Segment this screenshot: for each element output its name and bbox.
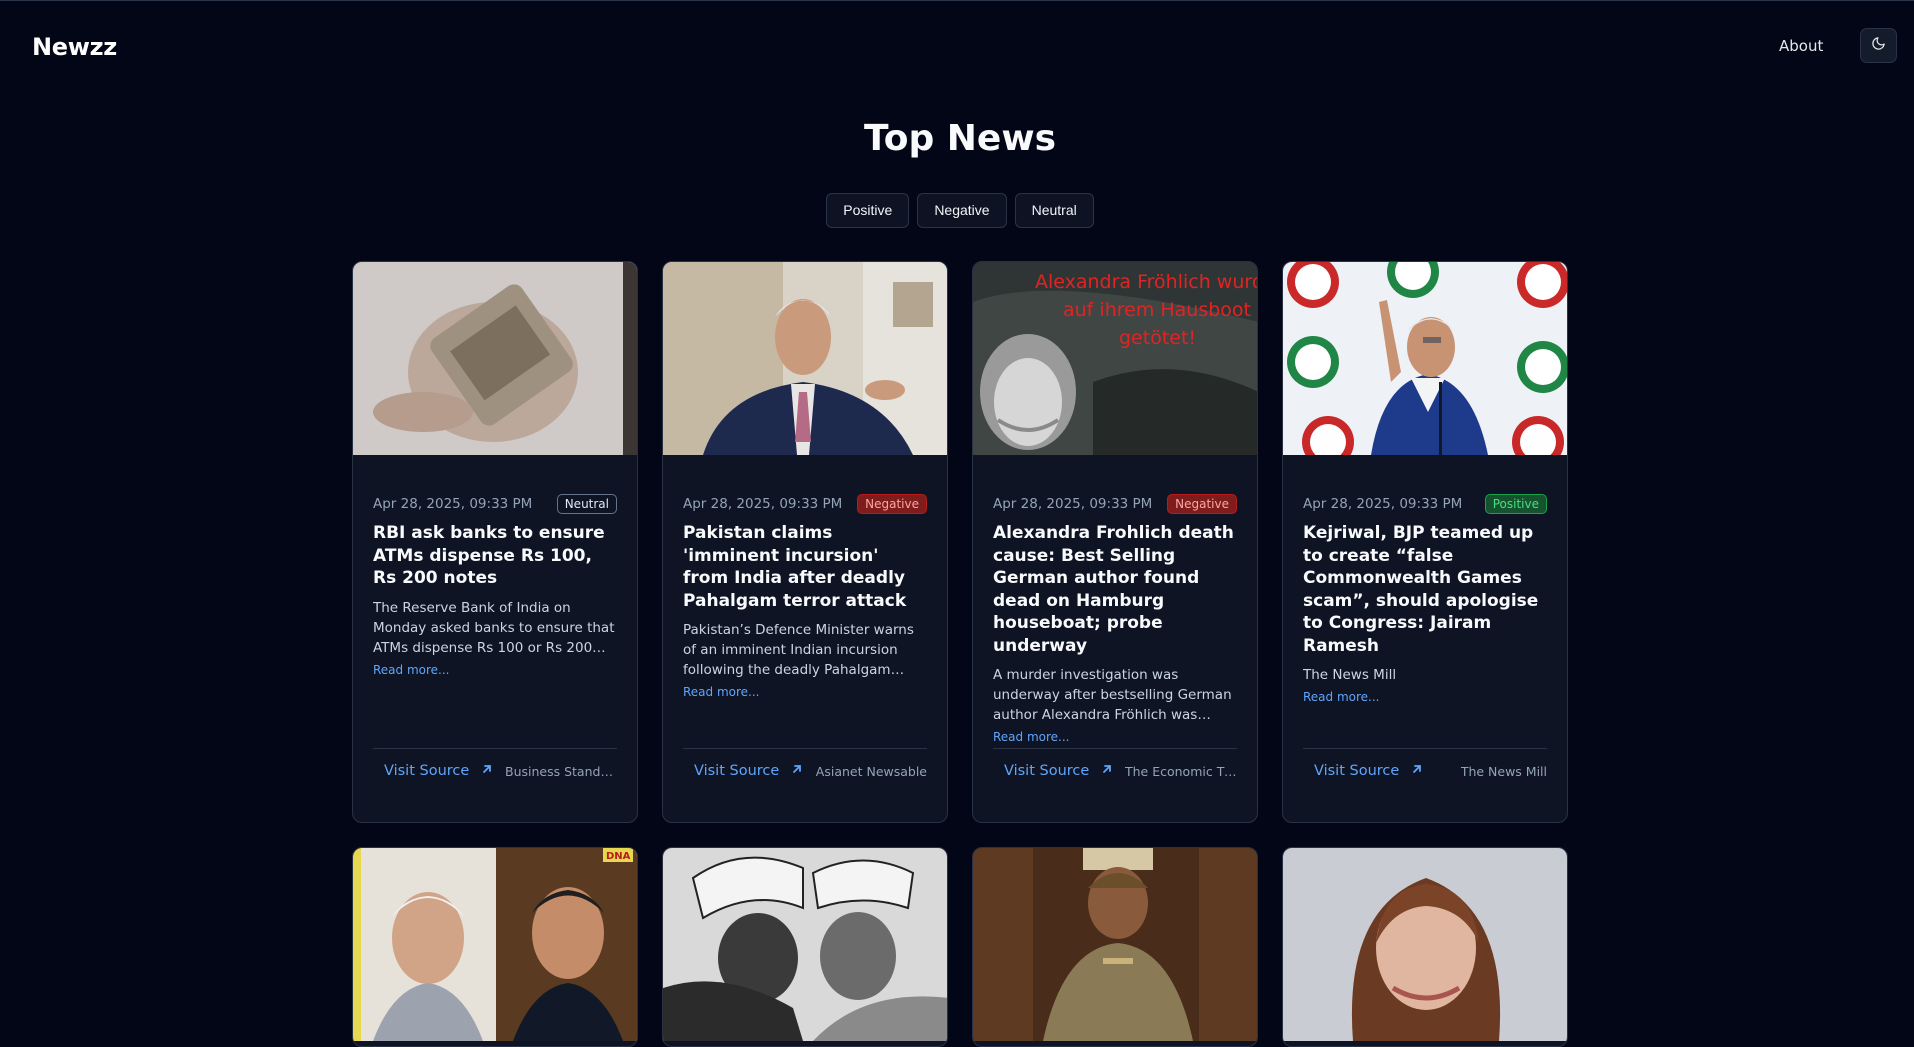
arrow-up-right-icon <box>1411 763 1423 779</box>
arrow-up-right-icon <box>791 763 803 779</box>
news-card: Apr 28, 2025, 09:33 PM Neutral RBI ask b… <box>352 261 638 823</box>
news-card: Apr 28, 2025, 09:33 PM Negative Pakistan… <box>662 261 948 823</box>
sentiment-badge: Negative <box>857 494 927 514</box>
source-name: The Economic Times <box>1125 763 1237 779</box>
news-card: Alexandra Fröhlich wurde auf ihrem Hausb… <box>972 261 1258 823</box>
news-date: Apr 28, 2025, 09:33 PM <box>373 496 533 512</box>
news-card: Apr 28, 2025, 09:33 PM Positive Kejriwal… <box>1282 261 1568 823</box>
news-thumbnail[interactable] <box>973 848 1257 1041</box>
news-date: Apr 28, 2025, 09:33 PM <box>683 496 843 512</box>
visit-source-link[interactable]: Visit Source <box>993 763 1113 779</box>
visit-source-link[interactable]: Visit Source <box>373 763 493 779</box>
news-thumbnail[interactable]: Alexandra Fröhlich wurde auf ihrem Hausb… <box>973 262 1258 455</box>
news-date: Apr 28, 2025, 09:33 PM <box>993 496 1153 512</box>
nav-about-link[interactable]: About <box>1779 37 1823 55</box>
news-card: DNA <box>352 847 638 1047</box>
read-more-link[interactable]: Read more... <box>373 663 617 677</box>
visit-source-label: Visit Source <box>694 763 780 779</box>
visit-source-link[interactable]: Visit Source <box>1303 763 1423 779</box>
visit-source-label: Visit Source <box>384 763 470 779</box>
news-thumbnail[interactable] <box>1283 848 1567 1041</box>
news-thumbnail[interactable] <box>1283 262 1567 455</box>
theme-toggle-button[interactable] <box>1860 28 1897 63</box>
filter-negative-button[interactable]: Negative <box>917 193 1007 228</box>
card-divider <box>993 748 1237 749</box>
arrow-up-right-icon <box>481 763 493 779</box>
brand-logo[interactable]: Newzz <box>32 33 117 61</box>
news-thumbnail[interactable] <box>663 848 947 1041</box>
news-description: The News Mill <box>1303 667 1397 683</box>
moon-icon <box>1871 36 1886 55</box>
news-thumbnail[interactable] <box>663 262 947 455</box>
news-headline[interactable]: RBI ask banks to ensure ATMs dispense Rs… <box>373 522 617 590</box>
image-tag-label: DNA <box>606 851 631 862</box>
news-headline[interactable]: Kejriwal, BJP teamed up to create “false… <box>1303 522 1547 657</box>
card-divider <box>373 748 617 749</box>
visit-source-label: Visit Source <box>1314 763 1400 779</box>
image-overlay-line-1: Alexandra Fröhlich wurde <box>1035 271 1258 293</box>
sentiment-filter-group: Positive Negative Neutral <box>0 193 1914 228</box>
news-description: A murder investigation was underway afte… <box>993 667 1232 723</box>
card-divider <box>1303 748 1547 749</box>
news-card <box>1282 847 1568 1047</box>
news-card <box>972 847 1258 1047</box>
visit-source-link[interactable]: Visit Source <box>683 763 803 779</box>
source-name: Asianet Newsable <box>815 763 927 779</box>
read-more-link[interactable]: Read more... <box>1303 690 1547 704</box>
sentiment-badge: Negative <box>1167 494 1237 514</box>
image-overlay-line-2: auf ihrem Hausboot <box>1063 299 1251 321</box>
news-grid: Apr 28, 2025, 09:33 PM Neutral RBI ask b… <box>352 261 1568 1047</box>
card-divider <box>683 748 927 749</box>
page-title: Top News <box>863 118 1057 159</box>
news-card <box>662 847 948 1047</box>
source-name: The News Mill <box>1460 763 1547 779</box>
news-headline[interactable]: Alexandra Frohlich death cause: Best Sel… <box>993 522 1237 657</box>
news-description: Pakistan’s Defence Minister warns of an … <box>683 622 914 678</box>
image-overlay-line-3: getötet! <box>1119 327 1196 349</box>
navbar: Newzz About <box>0 1 1914 89</box>
news-headline[interactable]: Pakistan claims 'imminent incursion' fro… <box>683 522 927 612</box>
sentiment-badge: Positive <box>1484 494 1547 514</box>
read-more-link[interactable]: Read more... <box>993 730 1237 744</box>
filter-positive-button[interactable]: Positive <box>826 193 910 228</box>
arrow-up-right-icon <box>1101 763 1113 779</box>
filter-neutral-button[interactable]: Neutral <box>1014 193 1094 228</box>
source-name: Business Standard <box>505 763 617 779</box>
news-date: Apr 28, 2025, 09:33 PM <box>1303 496 1463 512</box>
read-more-link[interactable]: Read more... <box>683 685 927 699</box>
sentiment-badge: Neutral <box>556 494 617 514</box>
news-thumbnail[interactable]: DNA <box>353 848 637 1041</box>
news-thumbnail[interactable] <box>353 262 637 455</box>
visit-source-label: Visit Source <box>1004 763 1090 779</box>
news-description: The Reserve Bank of India on Monday aske… <box>373 599 615 656</box>
